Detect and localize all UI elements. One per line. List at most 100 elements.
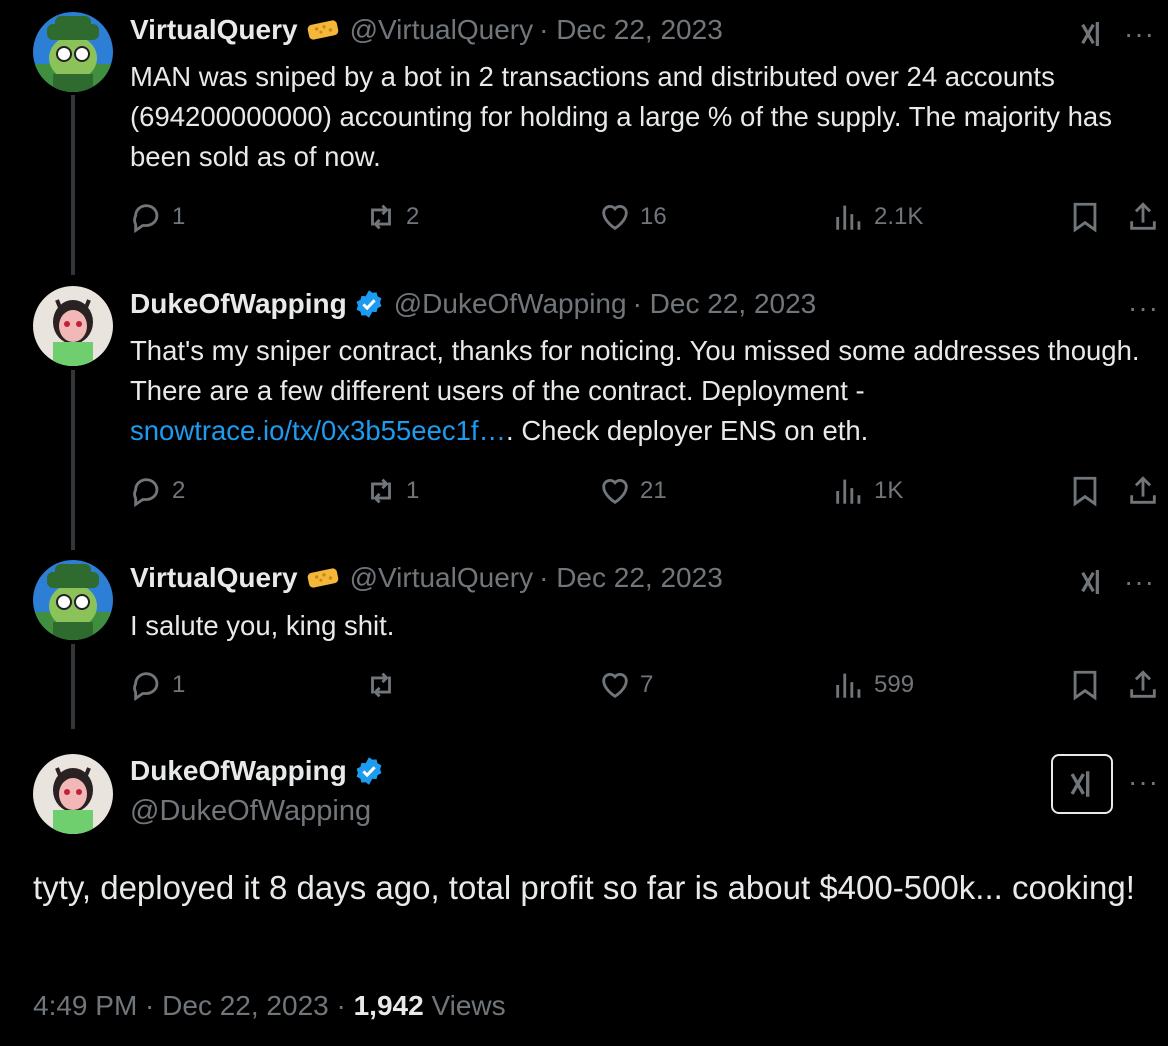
view-count: 1,942 [353, 990, 424, 1021]
handle[interactable]: @VirtualQuery [350, 562, 534, 594]
view-count: 599 [874, 671, 915, 698]
tweet-header: DukeOfWapping @DukeOfWapping · Dec 22, 2… [130, 288, 816, 320]
tweet-text-part: That's my sniper contract, thanks for no… [130, 335, 1140, 406]
repost-button[interactable]: 1 [364, 474, 419, 508]
repost-count: 1 [406, 477, 420, 504]
reply-icon [130, 474, 164, 508]
reply-icon [130, 200, 164, 234]
bookmark-button[interactable] [1068, 200, 1102, 234]
views-label: Views [431, 990, 506, 1021]
views-button[interactable]: 1K [832, 474, 903, 508]
sponge-emoji-icon [306, 16, 340, 44]
frog-avatar-icon [33, 12, 113, 92]
thread-line [71, 644, 75, 729]
verified-badge-icon [354, 289, 384, 319]
share-icon [1126, 474, 1160, 508]
grok-icon[interactable] [1076, 566, 1108, 598]
reply-icon [130, 668, 164, 702]
tweet-actions: 2 1 21 1K [130, 474, 1164, 514]
share-button[interactable] [1126, 200, 1160, 234]
like-button[interactable]: 7 [598, 668, 653, 702]
verified-badge-icon [354, 756, 384, 786]
thread-line [71, 370, 75, 550]
like-count: 21 [640, 477, 667, 504]
share-icon [1126, 200, 1160, 234]
display-name[interactable]: DukeOfWapping [130, 288, 347, 320]
timestamp[interactable]: · Dec 22, 2023 [539, 14, 723, 46]
tweet-timestamp[interactable]: 4:49 PM · Dec 22, 2023 · [33, 990, 346, 1021]
tweet-footer: 4:49 PM · Dec 22, 2023 · 1,942 Views [33, 990, 506, 1022]
tweet-link[interactable]: snowtrace.io/tx/0x3b55eec1f… [130, 415, 506, 446]
view-count: 1K [874, 477, 904, 504]
tweet-text: MAN was sniped by a bot in 2 transaction… [130, 61, 1112, 172]
repost-button[interactable] [364, 668, 406, 702]
like-count: 7 [640, 671, 654, 698]
reply-count: 1 [172, 671, 186, 698]
tweet-header: VirtualQuery @VirtualQuery · Dec 22, 202… [130, 14, 723, 46]
repost-icon [364, 474, 398, 508]
display-name[interactable]: VirtualQuery [130, 562, 298, 594]
views-button[interactable]: 599 [832, 668, 914, 702]
view-count: 2.1K [874, 203, 924, 230]
grok-icon[interactable] [1076, 18, 1108, 50]
tweet-top-actions: ··· [1076, 566, 1155, 598]
like-count: 16 [640, 203, 667, 230]
grok-button[interactable] [1051, 754, 1113, 814]
grok-icon [1065, 767, 1099, 801]
timestamp[interactable]: · Dec 22, 2023 [633, 288, 817, 320]
duke-avatar-icon [33, 286, 113, 366]
tweet-top-actions: ··· [1076, 18, 1155, 50]
reply-button[interactable]: 1 [130, 200, 185, 234]
analytics-icon [832, 474, 866, 508]
like-button[interactable]: 21 [598, 474, 667, 508]
reply-button[interactable]: 2 [130, 474, 185, 508]
share-icon [1126, 668, 1160, 702]
handle[interactable]: @VirtualQuery [350, 14, 534, 46]
avatar[interactable] [33, 560, 113, 640]
avatar[interactable] [33, 12, 113, 92]
tweet-actions: 1 7 599 [130, 668, 1164, 708]
main-tweet-text: tyty, deployed it 8 days ago, total prof… [33, 869, 1135, 906]
avatar[interactable] [33, 754, 113, 834]
thread-line [71, 95, 75, 275]
tweet-header: VirtualQuery @VirtualQuery · Dec 22, 202… [130, 562, 723, 594]
more-options-button[interactable]: ··· [1128, 292, 1159, 324]
reply-count: 1 [172, 203, 186, 230]
timestamp[interactable]: · Dec 22, 2023 [539, 562, 723, 594]
more-options-button[interactable]: ··· [1124, 18, 1155, 50]
reply-button[interactable]: 1 [130, 668, 185, 702]
tweet-text-part: . Check deployer ENS on eth. [506, 415, 869, 446]
bookmark-button[interactable] [1068, 668, 1102, 702]
handle[interactable]: @DukeOfWapping [394, 288, 627, 320]
duke-avatar-icon [33, 754, 113, 834]
share-button[interactable] [1126, 668, 1160, 702]
repost-icon [364, 200, 398, 234]
repost-button[interactable]: 2 [364, 200, 419, 234]
display-name[interactable]: DukeOfWapping [130, 755, 347, 787]
reply-count: 2 [172, 477, 186, 504]
handle[interactable]: @DukeOfWapping [130, 795, 371, 828]
avatar[interactable] [33, 286, 113, 366]
sponge-emoji-icon [306, 564, 340, 592]
tweet-top-actions: ··· [1128, 292, 1159, 324]
bookmark-button[interactable] [1068, 474, 1102, 508]
repost-icon [364, 668, 398, 702]
frog-avatar-icon [33, 560, 113, 640]
analytics-icon [832, 200, 866, 234]
tweet-actions: 1 2 16 2.1K [130, 200, 1164, 240]
repost-count: 2 [406, 203, 420, 230]
bookmark-icon [1068, 474, 1102, 508]
more-options-button[interactable]: ··· [1124, 566, 1155, 598]
tweet-text: I salute you, king shit. [130, 610, 395, 641]
views-button[interactable]: 2.1K [832, 200, 923, 234]
share-button[interactable] [1126, 474, 1160, 508]
bookmark-icon [1068, 668, 1102, 702]
tweet-text: That's my sniper contract, thanks for no… [130, 331, 1164, 451]
like-button[interactable]: 16 [598, 200, 667, 234]
more-options-button[interactable]: ··· [1128, 766, 1159, 798]
main-tweet-header: DukeOfWapping [130, 755, 384, 787]
heart-icon [598, 474, 632, 508]
heart-icon [598, 668, 632, 702]
display-name[interactable]: VirtualQuery [130, 14, 298, 46]
analytics-icon [832, 668, 866, 702]
